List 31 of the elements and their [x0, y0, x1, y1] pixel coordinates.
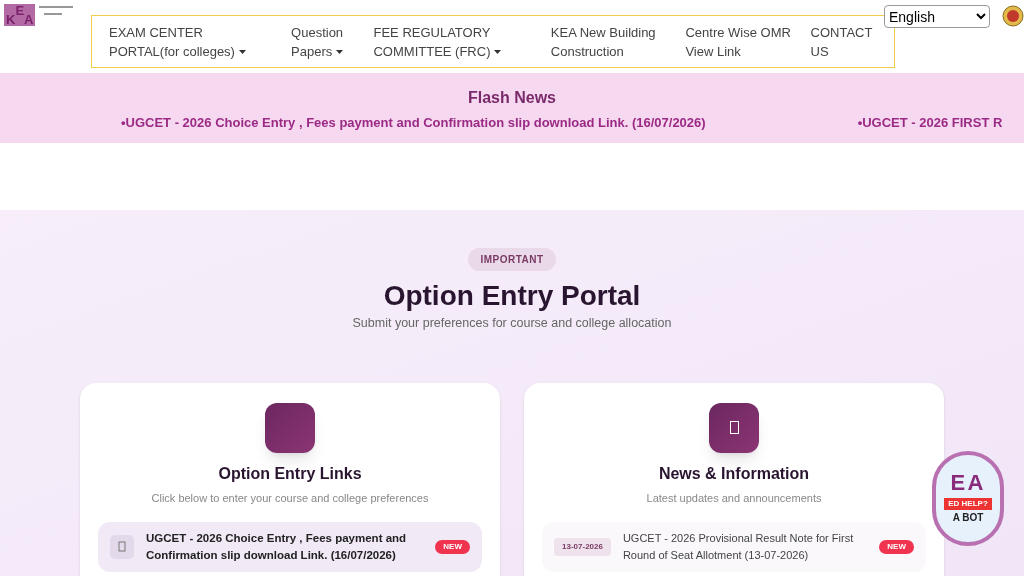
emblem-icon	[1002, 5, 1024, 27]
card-subtitle: Click below to enter your course and college preferences	[151, 490, 429, 506]
flash-news-title: Flash News	[468, 88, 556, 108]
chatbot-label: A BOT	[952, 511, 984, 525]
chatbot-tag: ED HELP?	[944, 498, 992, 510]
nav-link[interactable]: KEA New Building Construction	[550, 22, 670, 61]
nav-link[interactable]: Question Papers	[291, 22, 358, 61]
chatbot-logo: EA	[950, 472, 986, 494]
card-subtitle: Latest updates and announcements	[646, 490, 822, 506]
new-badge: NEW	[879, 540, 914, 555]
news-ticker-link[interactable]: •UGCET - 2026 Choice Entry , Fees payment and Confirmation slip download Link. (16/07/2026)	[121, 113, 706, 133]
language-select[interactable]: English	[884, 5, 990, 28]
option-link[interactable]: UGCET - 2026 Choice Entry , Fees payment and Confirmation slip download Link. (16/07/2026) NEW	[98, 522, 482, 573]
nav-link[interactable]: CONTACT US	[810, 22, 877, 61]
news-item[interactable]: 13-07-2026 UGCET - 2026 Provisional Result Note for First Round of Seat Allotment (13-07-2026) NEW	[542, 522, 926, 573]
nav-link[interactable]: EXAM CENTER PORTAL(for colleges)	[109, 22, 276, 61]
page-subtitle: Submit your preferences for course and college allocation	[352, 315, 672, 332]
date-tag: 13-07-2026	[554, 538, 611, 557]
important-badge: IMPORTANT	[468, 248, 556, 271]
nav-link[interactable]: FEE REGULATORY COMMITTEE (FRC)	[373, 22, 535, 61]
nav-link[interactable]: Centre Wise OMR View Link	[685, 22, 795, 61]
news-text: UGCET - 2026 Provisional Result Note for First Round of Seat Allotment (13-07-2026)	[622, 531, 855, 564]
new-badge: NEW	[435, 540, 470, 555]
page-title: Option Entry Portal	[383, 279, 641, 313]
news-ticker-link[interactable]: •UGCET - 2026 FIRST R	[857, 113, 1003, 133]
document-icon	[110, 535, 134, 560]
link-text: UGCET - 2026 Choice Entry , Fees payment and Confirmation slip download Link. (16/07/2026)	[146, 531, 408, 564]
news-icon	[709, 402, 759, 453]
card-title: News & Information	[658, 463, 810, 484]
card-title: Option Entry Links	[218, 463, 362, 484]
chatbot-button[interactable]: EA ED HELP? A BOT	[932, 451, 1004, 546]
